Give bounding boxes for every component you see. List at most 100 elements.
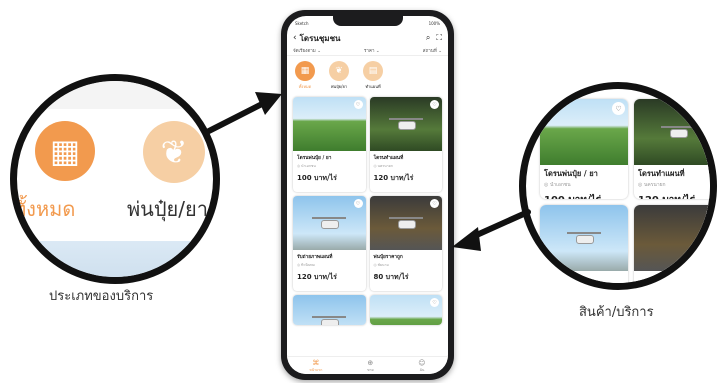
category-label: ทั้งหมด — [13, 197, 76, 221]
heart-icon[interactable]: ♡ — [353, 199, 363, 208]
drone-icon — [661, 126, 695, 138]
phone-screen: Sketch 9:41 AM 100% ‹ โดรนชุมชน ⌕ ⛶ จัดเ… — [287, 16, 448, 374]
caption-categories: ประเภทของบริการ — [49, 289, 154, 304]
home-icon: ⌘ — [312, 358, 320, 367]
product-card — [540, 205, 628, 283]
battery: 100% — [428, 20, 440, 26]
category-all[interactable]: ▦ ทั้งหมด — [293, 61, 317, 90]
product-price: 100 บาท/ไร่ — [540, 190, 628, 199]
product-price: 120 บาท/ไร่ — [634, 190, 710, 199]
tab-label: ขาย — [367, 367, 374, 372]
product-price: 80 บาท/ไร่ — [373, 273, 409, 281]
category-list: ▦ ทั้งหมด ❦ พ่นปุ๋ย/ยา ▤ ทำแผนที่ — [287, 56, 448, 93]
product-card: ♡ — [634, 205, 710, 283]
product-price: 120 บาท/ไร่ — [373, 174, 414, 182]
heart-icon: ♡ — [706, 208, 710, 221]
tab-sell[interactable]: ⊕ ขาย — [367, 359, 373, 373]
product-card[interactable]: ♡ รับถ่ายภาพแผนที่ ◎ ทิวนินทม 120 บาท/ไร… — [293, 196, 366, 291]
phone-mockup: Sketch 9:41 AM 100% ‹ โดรนชุมชน ⌕ ⛶ จัดเ… — [281, 10, 454, 380]
product-image — [293, 295, 366, 325]
grid-icon: ▦ — [295, 61, 315, 81]
heart-icon: ♡ — [612, 102, 625, 115]
location-filter[interactable]: สถานที่ ⌄ — [423, 47, 442, 54]
product-name: พ่นปุ๋ยราคาถูก — [373, 255, 403, 260]
back-icon[interactable]: ‹ — [293, 33, 297, 43]
carrier: Sketch — [295, 20, 309, 26]
heart-icon[interactable]: ♡ — [430, 100, 439, 109]
product-card[interactable]: ♡ พ่นปุ๋ยราคาถูก ◎ ชัยนาม 80 บาท/ไร่ — [369, 196, 442, 291]
product-image: ♡ — [369, 97, 442, 151]
product-card[interactable]: ♡ — [369, 295, 442, 325]
product-price: 120 บาท/ไร่ — [297, 273, 337, 281]
product-card[interactable] — [293, 295, 366, 325]
page-title: โดรนชุมชน — [299, 33, 341, 43]
category-label: พ่นปุ๋ย/ยา — [127, 197, 208, 221]
category-label: ทั้งหมด — [298, 84, 312, 89]
product-name: โดรนทำแผนที่ — [638, 169, 685, 178]
product-image — [540, 205, 628, 271]
drone-icon — [312, 316, 347, 325]
product-card: ♡ โดรนทำแผนที่ ◎ นครนายก 120 บาท/ไร่ — [634, 99, 710, 199]
product-price: 100 บาท/ไร่ — [297, 174, 337, 182]
phone-notch — [332, 16, 403, 26]
filter-bar: จัดเรียงตาม ⌄ ราคา ⌄ สถานที่ ⌄ — [287, 46, 448, 56]
tab-label: หน้าแรก — [309, 367, 323, 372]
header-strip — [17, 81, 213, 109]
category-map[interactable]: ▤ ทำแผนที่ — [361, 61, 385, 90]
add-icon: ⊕ — [367, 358, 374, 367]
qr-scan-icon[interactable]: ⛶ — [436, 33, 442, 43]
tab-bar: ⌘ หน้าแรก ⊕ ขาย ☺ ฉัน — [287, 356, 448, 374]
drone-icon — [388, 118, 423, 130]
map-icon: ▤ — [363, 61, 383, 81]
sprout-icon: ❦ — [329, 61, 349, 81]
product-image: ♡ — [634, 205, 710, 271]
product-image: ♡ — [369, 295, 442, 325]
product-grid: ♡ โดรนพ่นปุ๋ย / ยา ◎ นำเอกชน 100 บาท/ไร่… — [287, 93, 448, 329]
product-image: ♡ — [634, 99, 710, 165]
product-name: โดรนพ่นปุ๋ย / ยา — [297, 156, 332, 161]
category-label: ทำแผนที่ — [365, 84, 381, 89]
product-card[interactable]: ♡ โดรนพ่นปุ๋ย / ยา ◎ นำเอกชน 100 บาท/ไร่ — [293, 97, 366, 192]
image-preview — [17, 241, 213, 277]
product-name: โดรนทำแผนที่ — [373, 156, 404, 161]
heart-icon[interactable]: ♡ — [430, 199, 439, 208]
tab-profile[interactable]: ☺ ฉัน — [418, 359, 425, 373]
sprout-icon: ❦ — [143, 121, 205, 183]
product-name: รับถ่ายภาพแผนที่ — [297, 255, 333, 260]
drone-icon — [388, 217, 423, 229]
nav-bar: ‹ โดรนชุมชน ⌕ ⛶ — [287, 30, 448, 46]
product-name: โดรนพ่นปุ๋ย / ยา — [544, 169, 598, 178]
caption-products: สินค้า/บริการ — [579, 305, 654, 320]
product-location: ◎ นครนายก — [373, 164, 393, 168]
product-image: ♡ — [293, 196, 366, 250]
product-card: ♡ โดรนพ่นปุ๋ย / ยา ◎ นำเอกชน 100 บาท/ไร่ — [540, 99, 628, 199]
product-location: ◎ ชัยนาม — [373, 263, 389, 267]
product-image: ♡ — [540, 99, 628, 165]
heart-icon[interactable]: ♡ — [353, 100, 363, 109]
arrow-to-categories — [202, 92, 282, 136]
product-location: ◎ นำเอกชน — [544, 182, 571, 188]
arrow-to-products — [452, 209, 531, 251]
grid-icon: ▦ — [35, 121, 95, 181]
profile-icon: ☺ — [418, 358, 426, 367]
drone-icon — [312, 217, 347, 229]
product-image: ♡ — [369, 196, 442, 250]
price-filter[interactable]: ราคา ⌄ — [364, 47, 380, 54]
product-location: ◎ นครนายก — [638, 182, 666, 188]
product-card[interactable]: ♡ โดรนทำแผนที่ ◎ นครนายก 120 บาท/ไร่ — [369, 97, 442, 192]
category-label: พ่นปุ๋ย/ยา — [330, 84, 348, 89]
heart-icon: ♡ — [706, 102, 710, 115]
product-location: ◎ ทิวนินทม — [297, 263, 315, 267]
tab-home[interactable]: ⌘ หน้าแรก — [309, 359, 322, 373]
tab-label: ฉัน — [419, 367, 425, 372]
product-grid: ♡ โดรนพ่นปุ๋ย / ยา ◎ นำเอกชน 100 บาท/ไร่… — [540, 99, 710, 283]
category-spray[interactable]: ❦ พ่นปุ๋ย/ยา — [327, 61, 351, 90]
product-image: ♡ — [293, 97, 366, 151]
product-location: ◎ นำเอกชน — [297, 164, 316, 168]
drone-icon — [567, 232, 601, 244]
zoom-products: ♡ โดรนพ่นปุ๋ย / ยา ◎ นำเอกชน 100 บาท/ไร่… — [519, 82, 717, 290]
sort-filter[interactable]: จัดเรียงตาม ⌄ — [293, 47, 321, 54]
zoom-categories: ▦ ❦ ทั้งหมด พ่นปุ๋ย/ยา — [10, 74, 220, 284]
search-icon[interactable]: ⌕ — [426, 33, 430, 43]
heart-icon[interactable]: ♡ — [430, 298, 439, 307]
